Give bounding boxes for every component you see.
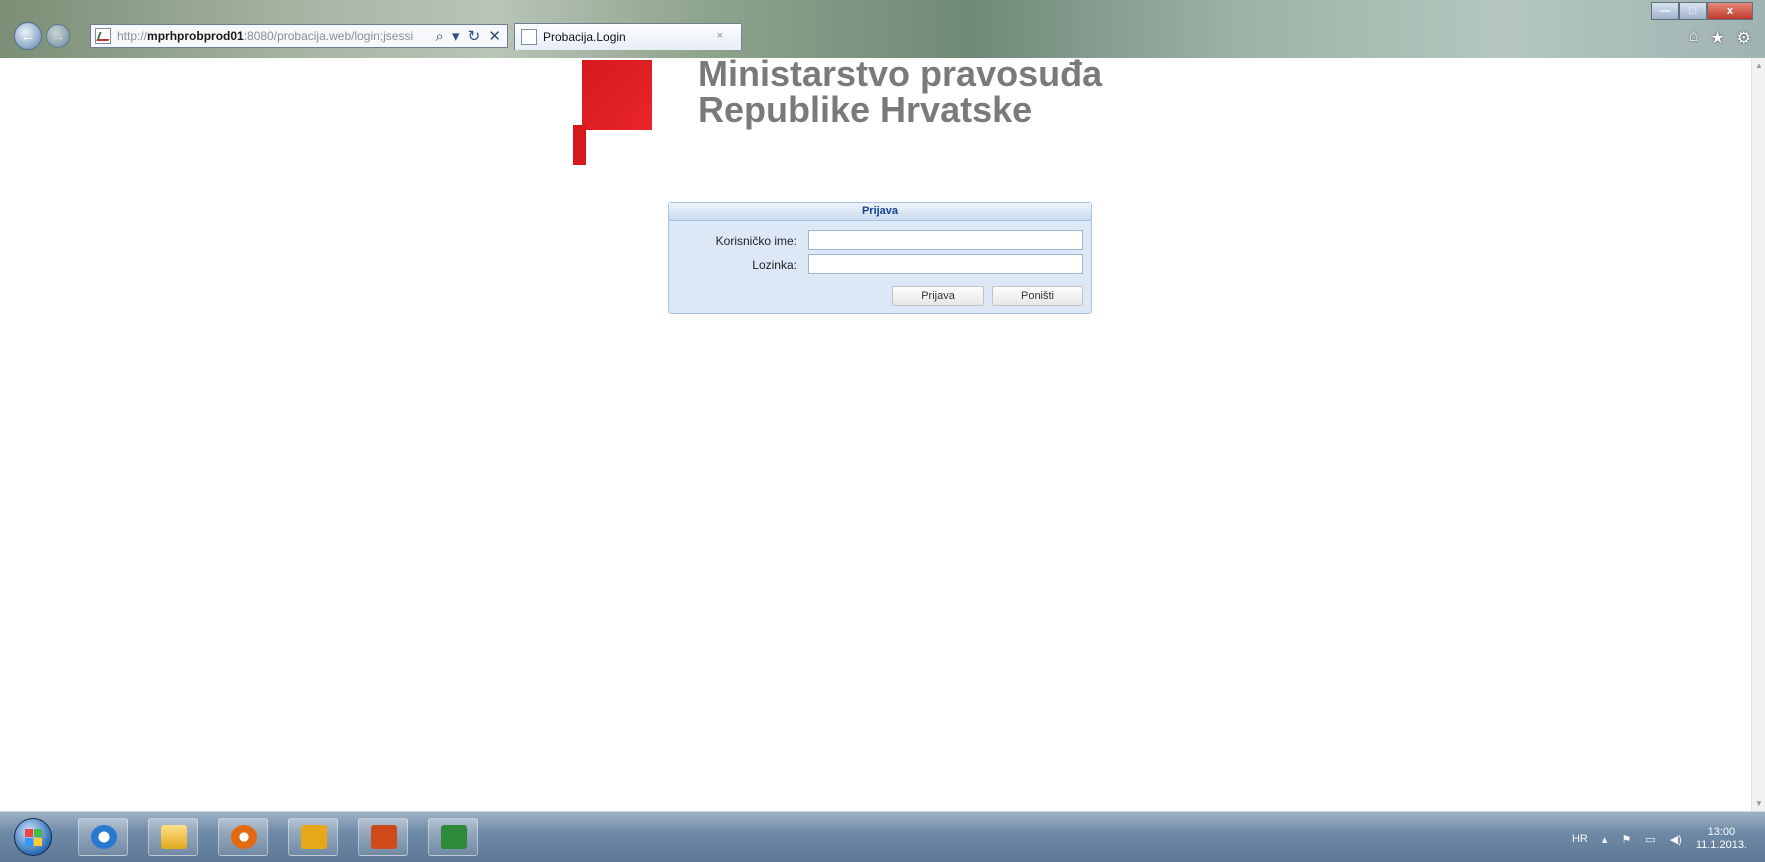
tab-favicon-icon (521, 29, 537, 45)
network-icon[interactable]: ▭ (1645, 833, 1655, 846)
volume-icon[interactable]: ◀) (1670, 833, 1682, 846)
address-bar[interactable]: http://mprhprobprod01:8080/probacija.web… (90, 24, 508, 48)
login-panel: Prijava Korisničko ime: Lozinka: Prijava… (668, 202, 1092, 314)
home-icon[interactable]: ⌂ (1689, 28, 1699, 48)
tools-gear-icon[interactable]: ⚙ (1737, 28, 1751, 48)
tab-probacija-login[interactable]: Probacija.Login × (514, 23, 742, 50)
address-url: http://mprhprobprod01:8080/probacija.web… (117, 29, 414, 43)
ministry-name-line2: Republike Hrvatske (698, 89, 1033, 130)
folder-icon (161, 825, 187, 849)
browser-toolbar-icons: ⌂ ★ ⚙ (1689, 28, 1751, 48)
tab-close-icon[interactable]: × (717, 30, 723, 42)
favorites-star-icon[interactable]: ★ (1710, 28, 1724, 48)
tab-title: Probacija.Login (543, 30, 626, 44)
minimize-button[interactable]: — (1651, 2, 1679, 20)
maximize-button[interactable]: □ (1679, 2, 1707, 20)
clock-date: 11.1.2013. (1695, 839, 1747, 851)
system-tray: HR ▴ ⚑ ▭ ◀) 13:00 11.1.2013. (1572, 826, 1747, 852)
ministry-logo-square (582, 60, 652, 130)
page-favicon-icon (95, 28, 111, 44)
clock-time: 13:00 (1707, 826, 1736, 838)
scroll-up-icon[interactable]: ▲ (1755, 61, 1763, 70)
forward-button[interactable]: → (46, 24, 70, 48)
username-label: Korisničko ime: (715, 234, 797, 248)
taskbar-internet-explorer[interactable] (78, 818, 128, 856)
powerpoint-icon (371, 825, 397, 849)
show-hidden-icons-icon[interactable]: ▴ (1602, 833, 1608, 846)
ministry-name-line1: Ministarstvo pravosuđa (698, 53, 1103, 94)
taskbar-outlook[interactable] (288, 818, 338, 856)
ministry-logo-bar (573, 125, 586, 165)
cancel-button[interactable]: Poništi (992, 286, 1083, 306)
window-controls: — □ x (1651, 2, 1753, 20)
login-button[interactable]: Prijava (892, 286, 984, 306)
page-content: Ministarstvo pravosuđa Republike Hrvatsk… (0, 56, 1765, 811)
vertical-scrollbar[interactable]: ▲ ▼ (1751, 58, 1765, 811)
taskbar-excel[interactable] (428, 818, 478, 856)
address-controls[interactable]: ⌕ ▾ ↻ ✕ (435, 27, 503, 45)
login-panel-title: Prijava (669, 203, 1091, 221)
password-label: Lozinka: (752, 258, 797, 272)
scroll-down-icon[interactable]: ▼ (1755, 799, 1763, 808)
excel-icon (441, 825, 467, 849)
outlook-icon (301, 825, 327, 849)
ministry-name: Ministarstvo pravosuđa Republike Hrvatsk… (698, 56, 1102, 128)
language-indicator[interactable]: HR (1572, 833, 1588, 845)
taskbar-powerpoint[interactable] (358, 818, 408, 856)
start-button[interactable] (14, 818, 52, 856)
action-center-flag-icon[interactable]: ⚑ (1621, 833, 1631, 846)
taskbar: HR ▴ ⚑ ▭ ◀) 13:00 11.1.2013. (0, 811, 1765, 862)
taskbar-media-player[interactable] (218, 818, 268, 856)
password-row: Lozinka: (669, 254, 1091, 276)
username-input[interactable] (808, 230, 1083, 250)
back-button[interactable]: ← (14, 22, 42, 50)
taskbar-file-explorer[interactable] (148, 818, 198, 856)
media-player-icon (231, 825, 257, 849)
clock[interactable]: 13:00 11.1.2013. (1696, 826, 1747, 852)
password-input[interactable] (808, 254, 1083, 274)
browser-chrome: ← → http://mprhprobprod01:8080/probacija… (0, 0, 1765, 58)
username-row: Korisničko ime: (669, 230, 1091, 252)
close-window-button[interactable]: x (1707, 2, 1753, 20)
internet-explorer-icon (91, 825, 117, 849)
